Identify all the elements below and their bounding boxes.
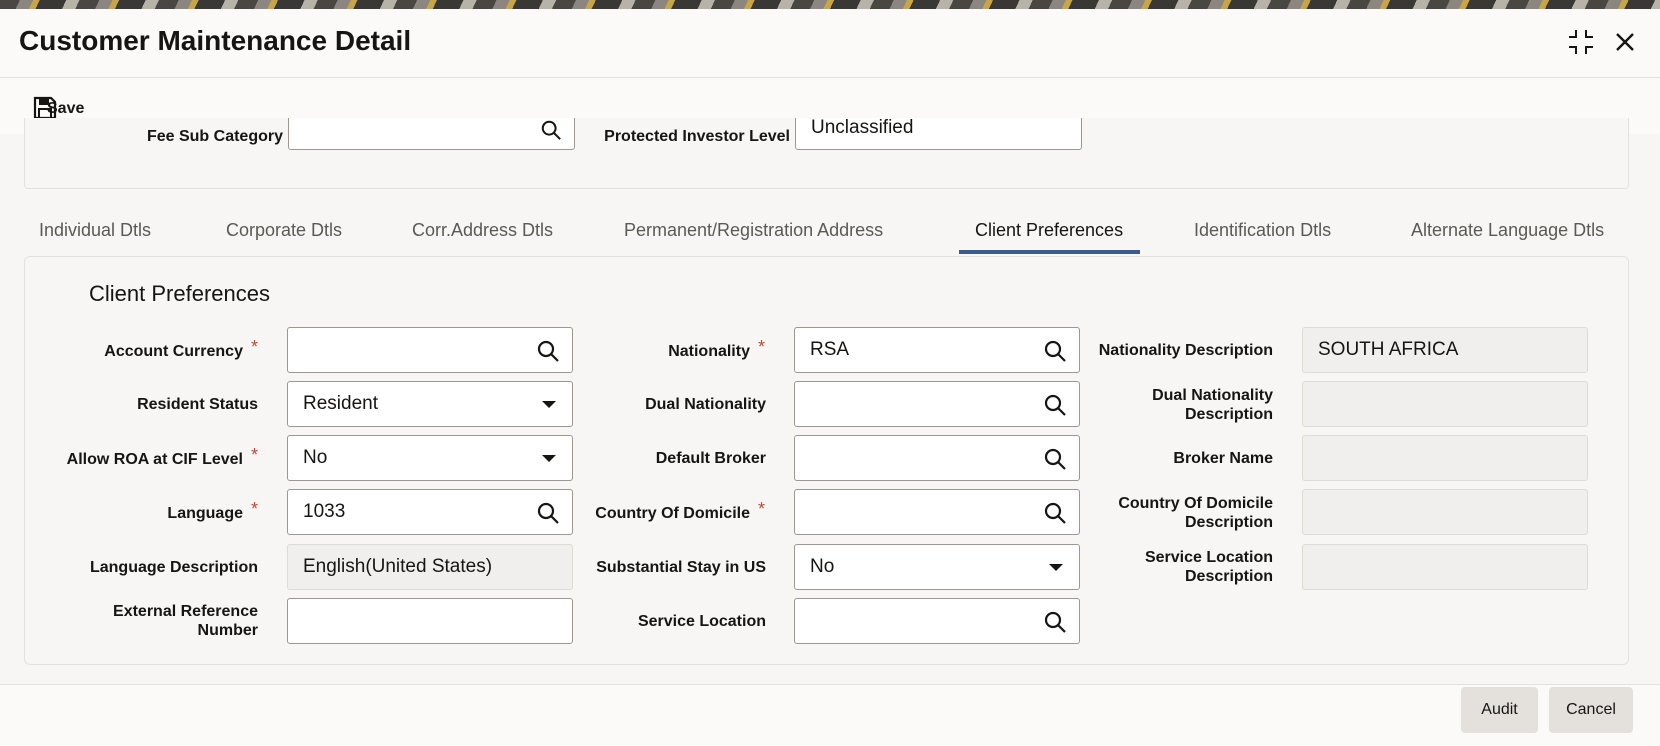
- search-icon[interactable]: [1043, 610, 1067, 634]
- save-label: Save: [47, 99, 85, 117]
- tab-client-preferences[interactable]: Client Preferences: [975, 220, 1123, 241]
- external-reference-label-line1: External Reference: [113, 603, 258, 620]
- nationality-description-label: Nationality Description: [1098, 342, 1273, 359]
- language-input[interactable]: 1033: [287, 489, 573, 535]
- broker-name-label: Broker Name: [1173, 450, 1273, 467]
- dual-nationality-description-label: Dual Nationality Description: [1080, 386, 1273, 424]
- external-reference-label-line2: Number: [197, 622, 258, 639]
- required-marker: *: [757, 337, 765, 357]
- substantial-stay-value: No: [810, 556, 835, 577]
- allow-roa-label: Allow ROA at CIF Level *: [40, 446, 258, 469]
- upper-form-panel: Fee Sub Category Protected Investor Leve…: [24, 118, 1629, 189]
- language-value: 1033: [303, 501, 346, 522]
- decorative-banner: [0, 0, 1660, 9]
- search-icon[interactable]: [536, 501, 560, 525]
- resident-status-value: Resident: [303, 393, 378, 414]
- account-currency-input[interactable]: [287, 327, 573, 373]
- language-description-value: English(United States): [303, 556, 493, 577]
- substantial-stay-label: Substantial Stay in US: [596, 559, 766, 576]
- protected-investor-field[interactable]: Unclassified: [795, 118, 1082, 150]
- language-label: Language *: [60, 500, 258, 523]
- window-header: Customer Maintenance Detail: [0, 9, 1660, 78]
- close-icon[interactable]: [1610, 27, 1640, 57]
- resident-status-select[interactable]: Resident: [287, 381, 573, 427]
- country-of-domicile-description-label: Country Of Domicile Description: [1080, 494, 1273, 532]
- service-location-label: Service Location: [637, 613, 766, 630]
- chevron-down-icon[interactable]: [542, 455, 556, 462]
- default-broker-label: Default Broker: [655, 450, 766, 467]
- tab-corr-address-dtls[interactable]: Corr.Address Dtls: [412, 220, 553, 241]
- country-of-domicile-label: Country Of Domicile *: [560, 500, 765, 523]
- search-icon[interactable]: [1043, 501, 1067, 525]
- service-location-input[interactable]: [794, 598, 1080, 644]
- dual-nationality-description-field: [1302, 381, 1588, 427]
- service-location-description-label-line1: Service Location: [1144, 549, 1273, 566]
- external-reference-label: External Reference Number: [60, 602, 258, 640]
- allow-roa-select[interactable]: No: [287, 435, 573, 481]
- nationality-input[interactable]: RSA: [794, 327, 1080, 373]
- tab-identification-dtls[interactable]: Identification Dtls: [1194, 220, 1331, 241]
- window-title: Customer Maintenance Detail: [19, 25, 412, 56]
- external-reference-input[interactable]: [287, 598, 573, 644]
- active-tab-indicator: [959, 250, 1140, 254]
- fee-sub-category-label: Fee Sub Category: [146, 128, 283, 145]
- tab-individual-dtls[interactable]: Individual Dtls: [39, 220, 151, 241]
- chevron-down-icon[interactable]: [1049, 564, 1063, 571]
- resident-status-label: Resident Status: [137, 396, 258, 413]
- required-marker: *: [757, 499, 765, 519]
- language-label-text: Language: [167, 505, 243, 522]
- nationality-label-text: Nationality: [668, 343, 750, 360]
- dual-nationality-description-label-line2: Description: [1184, 406, 1273, 423]
- default-broker-input[interactable]: [794, 435, 1080, 481]
- dual-nationality-description-label-line1: Dual Nationality: [1152, 387, 1273, 404]
- tab-permanent-registration-address[interactable]: Permanent/Registration Address: [624, 220, 883, 241]
- country-of-domicile-description-label-line2: Description: [1184, 514, 1273, 531]
- country-of-domicile-input[interactable]: [794, 489, 1080, 535]
- cancel-button[interactable]: Cancel: [1549, 687, 1633, 733]
- dual-nationality-input[interactable]: [794, 381, 1080, 427]
- required-marker: *: [250, 499, 258, 519]
- service-location-description-label-line2: Description: [1184, 568, 1273, 585]
- audit-button[interactable]: Audit: [1461, 687, 1538, 733]
- broker-name-field: [1302, 435, 1588, 481]
- allow-roa-value: No: [303, 447, 328, 468]
- required-marker: *: [250, 445, 258, 465]
- country-of-domicile-description-field: [1302, 489, 1588, 535]
- minimize-icon[interactable]: [1566, 27, 1596, 57]
- language-description-field: English(United States): [287, 544, 573, 590]
- account-currency-label-text: Account Currency: [104, 343, 243, 360]
- country-of-domicile-label-text: Country Of Domicile: [595, 505, 750, 522]
- tab-bar: Individual Dtls Corporate Dtls Corr.Addr…: [0, 200, 1660, 256]
- chevron-down-icon[interactable]: [542, 401, 556, 408]
- service-location-description-label: Service Location Description: [1080, 548, 1273, 586]
- country-of-domicile-description-label-line1: Country Of Domicile: [1118, 495, 1273, 512]
- account-currency-label: Account Currency *: [60, 338, 258, 361]
- allow-roa-label-text: Allow ROA at CIF Level: [66, 451, 243, 468]
- section-title: Client Preferences: [89, 281, 270, 306]
- fee-sub-category-field[interactable]: [288, 118, 575, 150]
- language-description-label: Language Description: [89, 559, 258, 576]
- required-marker: *: [250, 337, 258, 357]
- substantial-stay-select[interactable]: No: [794, 544, 1080, 590]
- protected-investor-value: Unclassified: [811, 118, 914, 138]
- tab-alternate-language-dtls[interactable]: Alternate Language Dtls: [1411, 220, 1604, 241]
- nationality-description-value: SOUTH AFRICA: [1318, 339, 1459, 360]
- footer-bar: [0, 684, 1660, 746]
- search-icon[interactable]: [1043, 393, 1067, 417]
- search-icon[interactable]: [536, 339, 560, 363]
- protected-investor-label: Protected Investor Level: [604, 128, 790, 145]
- service-location-description-field: [1302, 544, 1588, 590]
- dual-nationality-label: Dual Nationality: [645, 396, 766, 413]
- search-icon[interactable]: [1043, 339, 1067, 363]
- tab-corporate-dtls[interactable]: Corporate Dtls: [226, 220, 342, 241]
- nationality-value: RSA: [810, 339, 850, 360]
- nationality-label: Nationality *: [580, 338, 765, 361]
- nationality-description-field: SOUTH AFRICA: [1302, 327, 1588, 373]
- search-icon[interactable]: [1043, 447, 1067, 471]
